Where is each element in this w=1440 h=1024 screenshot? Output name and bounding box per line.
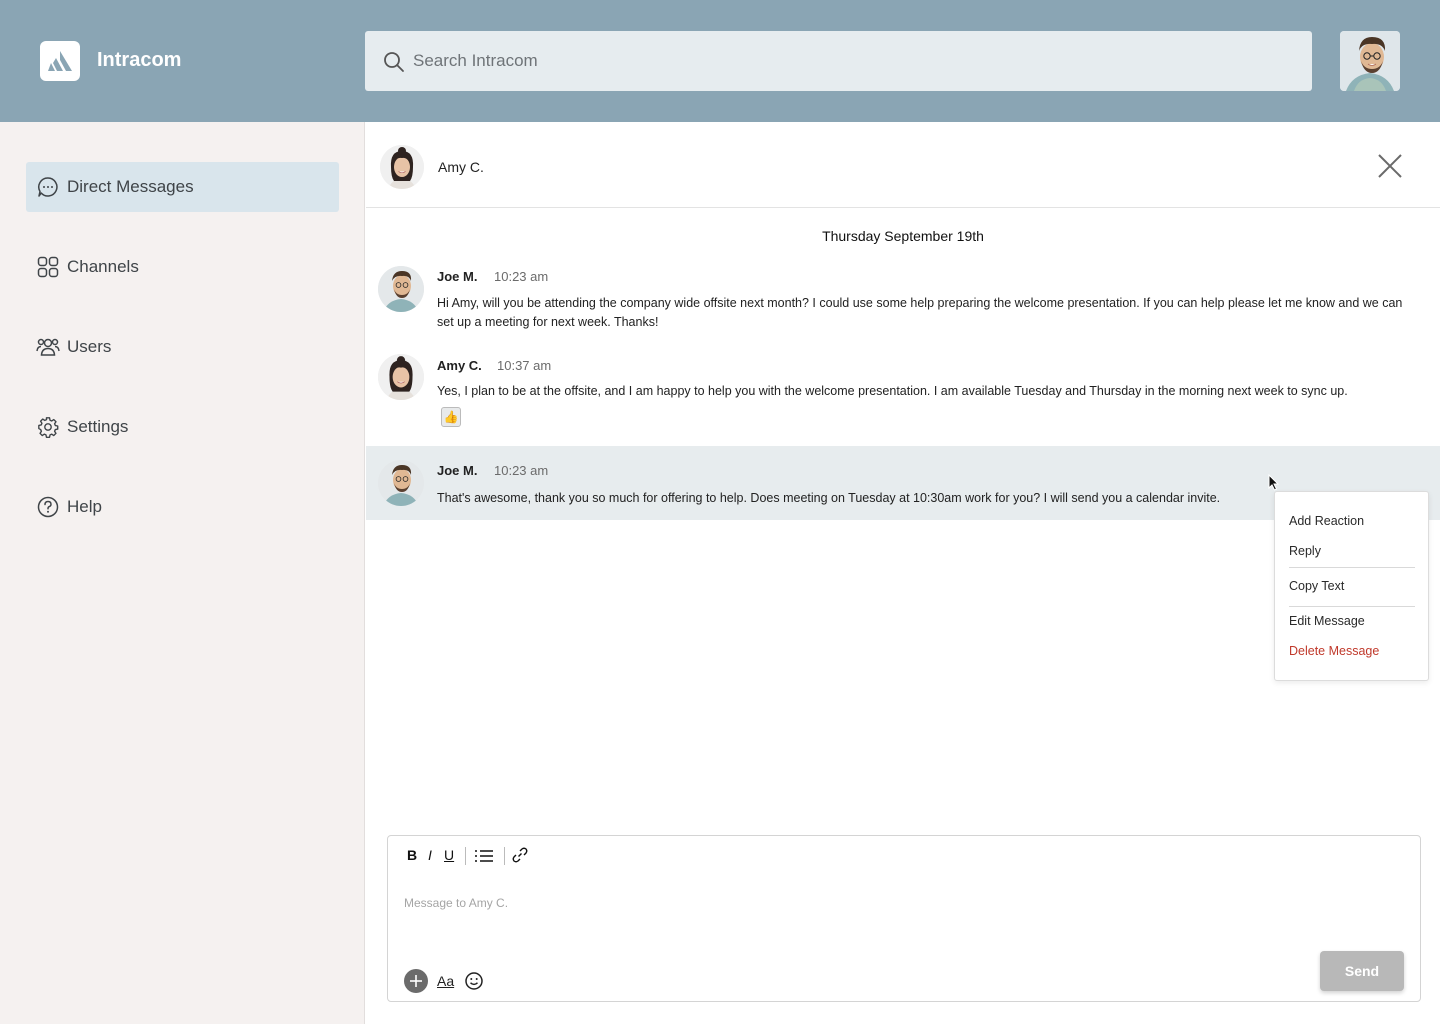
sidebar-item-label: Users — [67, 337, 112, 356]
menu-divider — [1289, 567, 1415, 568]
menu-item-delete-message[interactable]: Delete Message — [1289, 644, 1379, 658]
message-input[interactable] — [404, 896, 1404, 936]
italic-button[interactable]: I — [428, 847, 432, 863]
message-row[interactable]: Amy C. 10:37 am Yes, I plan to be at the… — [366, 352, 1440, 436]
message-text: Yes, I plan to be at the offsite, and I … — [437, 384, 1348, 398]
search-icon — [384, 52, 404, 72]
plus-icon — [410, 975, 422, 987]
app-name: Intracom — [97, 49, 182, 71]
sidebar-item-label: Direct Messages — [67, 177, 194, 196]
message-context-menu: Add Reaction Reply Copy Text Edit Messag… — [1274, 491, 1429, 681]
search-input[interactable] — [413, 31, 1293, 91]
message-author[interactable]: Joe M. — [437, 463, 477, 478]
send-button[interactable]: Send — [1320, 951, 1404, 991]
user-avatar[interactable] — [1340, 31, 1400, 91]
link-icon[interactable] — [512, 847, 528, 863]
grid-icon — [36, 255, 60, 279]
toolbar-divider — [504, 847, 505, 865]
mouse-cursor-icon — [1268, 474, 1280, 491]
message-author[interactable]: Amy C. — [437, 358, 482, 373]
sidebar-item-help[interactable]: Help — [26, 482, 339, 532]
message-text: Hi Amy, will you be attending the compan… — [437, 296, 1403, 329]
menu-item-edit-message[interactable]: Edit Message — [1289, 614, 1365, 628]
users-icon — [36, 335, 60, 359]
conversation-header: Amy C. — [366, 122, 1440, 208]
message-timestamp: 10:37 am — [497, 358, 552, 373]
date-divider: Thursday September 19th — [822, 228, 984, 244]
sidebar-item-settings[interactable]: Settings — [26, 402, 339, 452]
message-timestamp: 10:23 am — [494, 269, 549, 284]
toolbar-divider — [465, 847, 466, 865]
message-row[interactable]: Joe M. 10:23 am Hi Amy, will you be atte… — [366, 262, 1440, 342]
sidebar-item-users[interactable]: Users — [26, 322, 339, 372]
recipient-name: Amy C. — [438, 159, 484, 175]
help-icon — [36, 495, 60, 519]
menu-item-add-reaction[interactable]: Add Reaction — [1289, 514, 1364, 528]
sidebar-item-label: Channels — [67, 257, 139, 276]
underline-button[interactable]: U — [444, 847, 454, 863]
sidebar-item-label: Help — [67, 497, 102, 516]
message-composer: B I U Aa Send — [387, 835, 1421, 1002]
menu-item-copy-text[interactable]: Copy Text — [1289, 579, 1344, 593]
author-avatar[interactable] — [378, 354, 424, 400]
sidebar-item-direct-messages[interactable]: Direct Messages — [26, 162, 339, 212]
bold-button[interactable]: B — [407, 847, 417, 863]
sidebar-item-label: Settings — [67, 417, 129, 436]
intracom-logo-icon[interactable] — [40, 41, 80, 81]
add-attachment-button[interactable] — [404, 969, 428, 993]
menu-divider — [1289, 606, 1415, 607]
search-bar[interactable] — [365, 31, 1312, 91]
top-header: Intracom — [0, 0, 1440, 122]
message-timestamp: 10:23 am — [494, 463, 549, 478]
author-avatar[interactable] — [378, 460, 424, 506]
close-icon[interactable] — [1376, 152, 1404, 180]
gear-icon — [36, 415, 60, 439]
bulleted-list-icon[interactable] — [474, 848, 494, 864]
sidebar-item-channels[interactable]: Channels — [26, 242, 339, 292]
text-format-button[interactable]: Aa — [437, 973, 454, 989]
menu-item-reply[interactable]: Reply — [1289, 544, 1321, 558]
thumbs-up-reaction[interactable]: 👍 — [441, 407, 461, 427]
message-author[interactable]: Joe M. — [437, 269, 477, 284]
chat-bubble-icon — [36, 175, 60, 199]
author-avatar[interactable] — [378, 266, 424, 312]
sidebar: Direct Messages Channels Users Settings … — [0, 122, 365, 1024]
recipient-avatar[interactable] — [380, 145, 424, 189]
emoji-icon[interactable] — [464, 971, 484, 991]
